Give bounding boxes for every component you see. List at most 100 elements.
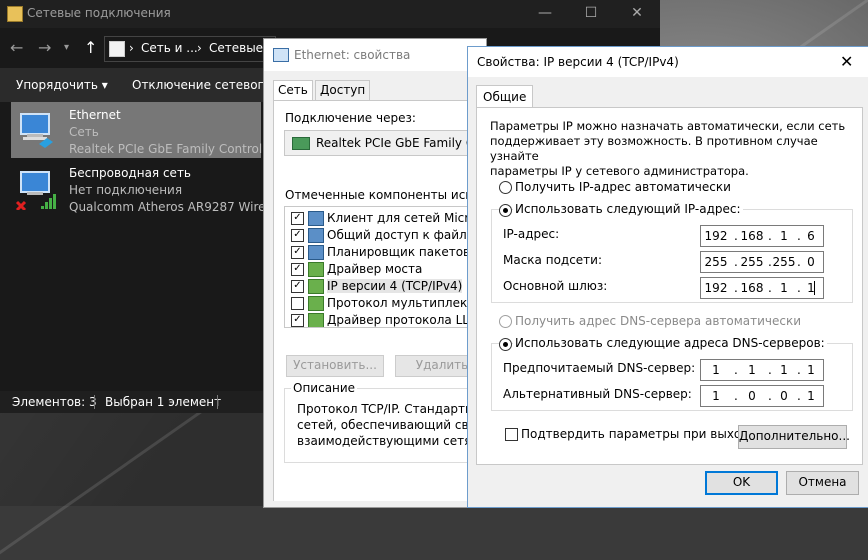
intro-line: параметры IP у сетевого администратора. [490, 164, 749, 178]
protocol-icon [308, 262, 324, 277]
ip-settings-group: Использовать следующий IP-адрес: IP-адре… [491, 202, 853, 303]
component-label: IP версии 4 (TCP/IPv4) [327, 279, 463, 293]
manual-dns-label[interactable]: Использовать следующие адреса DNS-сервер… [513, 336, 827, 350]
component-checkbox[interactable]: ✓ [291, 229, 304, 242]
ethernet-adapter-icon [20, 113, 53, 148]
component-label: Общий доступ к файлам и п [327, 228, 490, 242]
component-checkbox[interactable]: ✓ [291, 212, 304, 225]
dns-octet: 1 [712, 363, 720, 377]
component-item-selected[interactable]: ✓ IP версии 4 (TCP/IPv4) [291, 278, 489, 294]
back-arrow-icon[interactable]: ← [10, 38, 23, 57]
preferred-dns-label: Предпочитаемый DNS-сервер: [503, 361, 696, 375]
component-checkbox[interactable] [291, 297, 304, 310]
general-tab-panel: Параметры IP можно назначать автоматичес… [476, 107, 863, 465]
forward-arrow-icon[interactable]: → [38, 38, 51, 57]
service-icon [308, 228, 324, 243]
text-caret [814, 281, 815, 295]
connection-name: Беспроводная сеть [69, 166, 192, 180]
validate-label[interactable]: Подтвердить параметры при выходе [521, 427, 757, 441]
component-item[interactable]: Протокол мультиплексора с [291, 295, 490, 311]
dns-octet: 1 [807, 363, 815, 377]
ethernet-properties-dialog: Ethernet: свойства Сеть Доступ Подключен… [263, 38, 519, 508]
gateway-octet: 192 [704, 281, 728, 295]
divider [217, 395, 218, 409]
dns-octet: 1 [712, 389, 720, 403]
component-checkbox[interactable]: ✓ [291, 280, 304, 293]
close-icon[interactable]: ✕ [840, 52, 853, 71]
dns-octet: 1 [748, 363, 756, 377]
gateway-octet: 1 [807, 281, 815, 295]
components-list: ✓ Клиент для сетей Microsoft ✓ Общий дос… [284, 206, 490, 328]
component-item[interactable]: ✓ Драйвер моста [291, 261, 489, 277]
tab-network[interactable]: Сеть [273, 80, 313, 101]
ok-button[interactable]: OK [705, 471, 778, 495]
component-item[interactable]: ✓ Общий доступ к файлам и п [291, 227, 490, 243]
tab-general[interactable]: Общие [476, 85, 534, 108]
mask-octet: 255 [740, 255, 764, 269]
ip-octet: 192 [704, 229, 728, 243]
ip-address-field[interactable]: 192. 168. 1. 6 [700, 225, 824, 247]
organize-menu[interactable]: Упорядочить ▾ [16, 78, 108, 92]
manual-dns-radio[interactable] [499, 338, 512, 351]
gateway-octet: 168 [740, 281, 764, 295]
install-button[interactable]: Установить... [286, 355, 384, 377]
component-checkbox[interactable]: ✓ [291, 314, 304, 327]
ip-address-label: IP-адрес: [503, 227, 560, 241]
network-adapter-icon [273, 48, 289, 62]
auto-ip-radio[interactable] [499, 181, 512, 194]
dns-octet: 1 [780, 363, 788, 377]
breadcrumb-chevron-icon: › [197, 41, 202, 55]
protocol-icon [308, 279, 324, 294]
mask-octet: 255 [772, 255, 796, 269]
auto-dns-radio[interactable] [499, 315, 512, 328]
title-bar: Сетевые подключения — ☐ ✕ [0, 0, 660, 28]
connection-status: Нет подключения [69, 183, 183, 197]
component-item[interactable]: ✓ Планировщик пакетов QoS [291, 244, 490, 260]
address-bar[interactable]: › Сеть и ... › Сетевые п [104, 36, 276, 62]
component-item[interactable]: ✓ Драйвер протокола LLDP (М [291, 312, 489, 327]
up-arrow-icon[interactable]: ↑ [84, 38, 97, 57]
minimize-button[interactable]: — [522, 0, 568, 28]
dns-octet: 1 [807, 389, 815, 403]
adapter-name: Realtek PCIe GbE Family Contro [316, 136, 490, 150]
tab-sharing[interactable]: Доступ [315, 80, 371, 101]
maximize-button[interactable]: ☐ [568, 0, 614, 28]
list-item-ethernet[interactable]: Ethernet Сеть Realtek PCIe GbE Family Co… [11, 102, 278, 158]
title-bar: Свойства: IP версии 4 (TCP/IPv4) ✕ [468, 47, 868, 77]
component-label: Протокол мультиплексора с [327, 296, 490, 310]
validate-checkbox[interactable] [505, 428, 518, 441]
subnet-mask-label: Маска подсети: [503, 253, 603, 267]
cancel-button[interactable]: Отмена [786, 471, 859, 495]
component-label: Клиент для сетей Microsoft [327, 211, 490, 225]
auto-ip-label[interactable]: Получить IP-адрес автоматически [515, 180, 731, 194]
auto-dns-label[interactable]: Получить адрес DNS-сервера автоматически [515, 314, 801, 328]
control-panel-icon [109, 41, 125, 57]
component-checkbox[interactable]: ✓ [291, 263, 304, 276]
close-button[interactable]: ✕ [614, 0, 660, 28]
dns-octet: 0 [780, 389, 788, 403]
component-item[interactable]: ✓ Клиент для сетей Microsoft [291, 210, 490, 226]
description-legend: Описание [291, 381, 358, 395]
advanced-button[interactable]: Дополнительно... [738, 425, 850, 449]
preferred-dns-field[interactable]: 1. 1. 1. 1 [700, 359, 824, 381]
breadcrumb-network[interactable]: Сеть и ... [141, 41, 198, 55]
connection-device: Realtek PCIe GbE Family Controller [69, 142, 278, 156]
protocol-icon [308, 296, 324, 311]
disable-device-button[interactable]: Отключение сетевого у [132, 78, 282, 92]
network-card-icon [292, 137, 310, 150]
gateway-field[interactable]: 192. 168. 1. 1 [700, 277, 824, 299]
dialog-title: Ethernet: свойства [294, 48, 411, 62]
component-checkbox[interactable]: ✓ [291, 246, 304, 259]
alternate-dns-field[interactable]: 1. 0. 0. 1 [700, 385, 824, 407]
title-bar: Ethernet: свойства [264, 39, 486, 71]
subnet-mask-field[interactable]: 255. 255. 255. 0 [700, 251, 824, 273]
recent-dropdown-icon[interactable]: ▾ [64, 42, 69, 53]
component-label: Планировщик пакетов QoS [327, 245, 490, 259]
component-label: Драйвер моста [327, 262, 423, 276]
item-count: Элементов: 3 [12, 395, 97, 409]
manual-ip-label[interactable]: Использовать следующий IP-адрес: [513, 202, 743, 216]
list-item-wireless[interactable]: Беспроводная сеть Нет подключения Qualco… [11, 160, 280, 216]
manual-ip-radio[interactable] [499, 204, 512, 217]
mask-octet: 255 [704, 255, 728, 269]
intro-line: поддерживает эту возможность. В противно… [490, 134, 818, 163]
